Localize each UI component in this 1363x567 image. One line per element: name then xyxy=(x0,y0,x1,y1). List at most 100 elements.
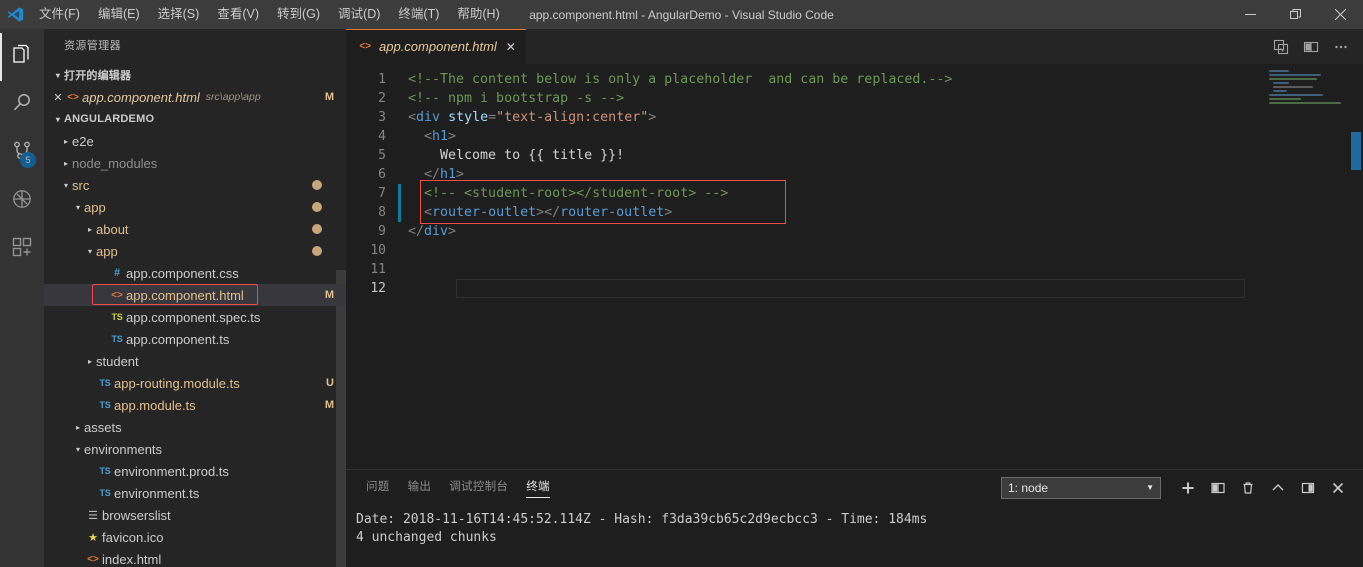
code-line[interactable]: <!-- npm i bootstrap -s --> xyxy=(408,89,1263,108)
chevron-down-icon[interactable]: ▾ xyxy=(84,247,96,256)
git-status-badge: M xyxy=(324,289,334,301)
ts-file-icon: TS xyxy=(99,466,111,476)
open-editor-item[interactable]: ✕ <> app.component.html src\app\app M xyxy=(44,86,346,108)
editor-tab-bar: <> app.component.html ✕ xyxy=(346,29,1363,64)
menu-terminal[interactable]: 终端(T) xyxy=(389,0,448,29)
more-actions-icon[interactable] xyxy=(1327,29,1355,64)
chevron-right-icon[interactable]: ▸ xyxy=(60,159,72,168)
modified-dot-icon xyxy=(312,224,322,234)
tree-row[interactable]: ▸ student xyxy=(44,350,346,372)
code-token: > xyxy=(648,110,657,125)
tree-row[interactable]: TS app.component.spec.ts xyxy=(44,306,346,328)
chevron-down-icon[interactable]: ▾ xyxy=(72,445,84,454)
chevron-right-icon[interactable]: ▸ xyxy=(84,357,96,366)
activity-source-control[interactable]: 5 xyxy=(0,129,44,177)
tree-row[interactable]: ▾ app xyxy=(44,240,346,262)
tree-row[interactable]: TS app.component.ts xyxy=(44,328,346,350)
tree-row[interactable]: ▸ about xyxy=(44,218,346,240)
code-editor[interactable]: <!--The content below is only a placehol… xyxy=(408,64,1263,469)
code-line[interactable]: <h1> xyxy=(408,127,1263,146)
activity-extensions[interactable] xyxy=(0,225,44,273)
menu-selection[interactable]: 选择(S) xyxy=(149,0,209,29)
chevron-down-icon[interactable]: ▾ xyxy=(72,203,84,212)
code-line[interactable]: </h1> xyxy=(408,165,1263,184)
split-terminal-icon[interactable] xyxy=(1203,473,1233,503)
restore-button[interactable] xyxy=(1273,0,1318,29)
new-terminal-icon[interactable] xyxy=(1173,473,1203,503)
editor-scrollbar[interactable] xyxy=(1349,64,1363,469)
code-line[interactable]: <div style="text-align:center"> xyxy=(408,108,1263,127)
scrollbar-slider[interactable] xyxy=(1351,132,1361,170)
tree-row[interactable]: # app.component.css xyxy=(44,262,346,284)
maximize-panel-icon[interactable] xyxy=(1263,473,1293,503)
tab-close-icon[interactable]: ✕ xyxy=(506,40,516,54)
menu-bar: 文件(F) 编辑(E) 选择(S) 查看(V) 转到(G) 调试(D) 终端(T… xyxy=(30,0,509,29)
tree-row[interactable]: ▾ src xyxy=(44,174,346,196)
open-preview-to-side-icon[interactable] xyxy=(1267,29,1295,64)
tree-item-label: app xyxy=(96,243,118,259)
menu-help[interactable]: 帮助(H) xyxy=(448,0,508,29)
code-line[interactable]: <router-outlet></router-outlet> xyxy=(408,203,1263,222)
terminal-select[interactable]: 1: node ▼ xyxy=(1001,476,1161,499)
chevron-right-icon[interactable]: ▸ xyxy=(72,423,84,432)
code-line[interactable]: <!-- <student-root></student-root> --> xyxy=(408,184,1263,203)
close-button[interactable] xyxy=(1318,0,1363,29)
line-number: 1 xyxy=(378,72,386,87)
panel-tab-terminal[interactable]: 终端 xyxy=(526,470,550,505)
activity-explorer[interactable] xyxy=(0,33,44,81)
modified-lines-indicator xyxy=(398,184,401,222)
tree-row[interactable]: ▾ environments xyxy=(44,438,346,460)
close-icon[interactable]: ✕ xyxy=(44,91,64,104)
code-line[interactable] xyxy=(408,241,1263,260)
tab-app-component-html[interactable]: <> app.component.html ✕ xyxy=(346,29,527,64)
toggle-panel-icon[interactable] xyxy=(1293,473,1323,503)
tree-row[interactable]: ★ favicon.ico xyxy=(44,526,346,548)
open-editors-header[interactable]: ▾ 打开的编辑器 xyxy=(44,64,346,86)
tree-row[interactable]: TS app.module.ts M xyxy=(44,394,346,416)
chevron-right-icon[interactable]: ▸ xyxy=(60,137,72,146)
tree-item-label: assets xyxy=(84,419,122,435)
tree-row[interactable]: TS environment.ts xyxy=(44,482,346,504)
tree-row[interactable]: <> app.component.html M xyxy=(44,284,346,306)
menu-view[interactable]: 查看(V) xyxy=(208,0,268,29)
tree-row[interactable]: <> index.html xyxy=(44,548,346,567)
modified-dot-icon xyxy=(312,202,322,212)
chevron-down-icon[interactable]: ▾ xyxy=(60,181,72,190)
menu-edit[interactable]: 编辑(E) xyxy=(89,0,149,29)
project-header[interactable]: ▾ ANGULARDEMO xyxy=(44,108,346,130)
tree-row[interactable]: TS app-routing.module.ts U xyxy=(44,372,346,394)
code-line[interactable]: <!--The content below is only a placehol… xyxy=(408,70,1263,89)
code-token: h1 xyxy=(440,167,457,182)
code-token: <!-- npm i bootstrap -s --> xyxy=(408,91,625,106)
code-region[interactable]: 1 2 3 4 5 6 7 8 9 10 11 12 <!--The content below is… xyxy=(346,64,1263,469)
menu-file[interactable]: 文件(F) xyxy=(30,0,89,29)
activity-debug[interactable] xyxy=(0,177,44,225)
code-line[interactable]: Welcome to {{ title }}! xyxy=(408,146,1263,165)
chevron-right-icon[interactable]: ▸ xyxy=(84,225,96,234)
tree-row[interactable]: ▾ app xyxy=(44,196,346,218)
menu-debug[interactable]: 调试(D) xyxy=(329,0,389,29)
activity-search[interactable] xyxy=(0,81,44,129)
panel-tab-debug-console[interactable]: 调试控制台 xyxy=(449,470,508,505)
minimap[interactable] xyxy=(1263,64,1363,469)
tree-row[interactable]: ▸ assets xyxy=(44,416,346,438)
tree-row[interactable]: ▸ e2e xyxy=(44,130,346,152)
split-editor-icon[interactable] xyxy=(1297,29,1325,64)
terminal-output[interactable]: Date: 2018-11-16T14:45:52.114Z - Hash: f… xyxy=(346,505,1363,567)
panel-tab-problems[interactable]: 问题 xyxy=(366,470,390,505)
editor-content[interactable]: 1 2 3 4 5 6 7 8 9 10 11 12 <!--The content below is… xyxy=(346,64,1363,469)
close-panel-icon[interactable] xyxy=(1323,473,1353,503)
panel-tab-output[interactable]: 输出 xyxy=(408,470,432,505)
menu-goto[interactable]: 转到(G) xyxy=(268,0,329,29)
code-line[interactable]: </div> xyxy=(408,222,1263,241)
minimize-button[interactable] xyxy=(1228,0,1273,29)
tree-row[interactable]: ▸ node_modules xyxy=(44,152,346,174)
tree-row[interactable]: ☰ browserslist xyxy=(44,504,346,526)
title-bar: 文件(F) 编辑(E) 选择(S) 查看(V) 转到(G) 调试(D) 终端(T… xyxy=(0,0,1363,29)
kill-terminal-icon[interactable] xyxy=(1233,473,1263,503)
sidebar-explorer: 资源管理器 ▾ 打开的编辑器 ✕ <> app.component.html s… xyxy=(44,29,346,567)
code-line[interactable] xyxy=(408,260,1263,279)
tree-row[interactable]: TS environment.prod.ts xyxy=(44,460,346,482)
minimap-line xyxy=(1269,94,1323,96)
